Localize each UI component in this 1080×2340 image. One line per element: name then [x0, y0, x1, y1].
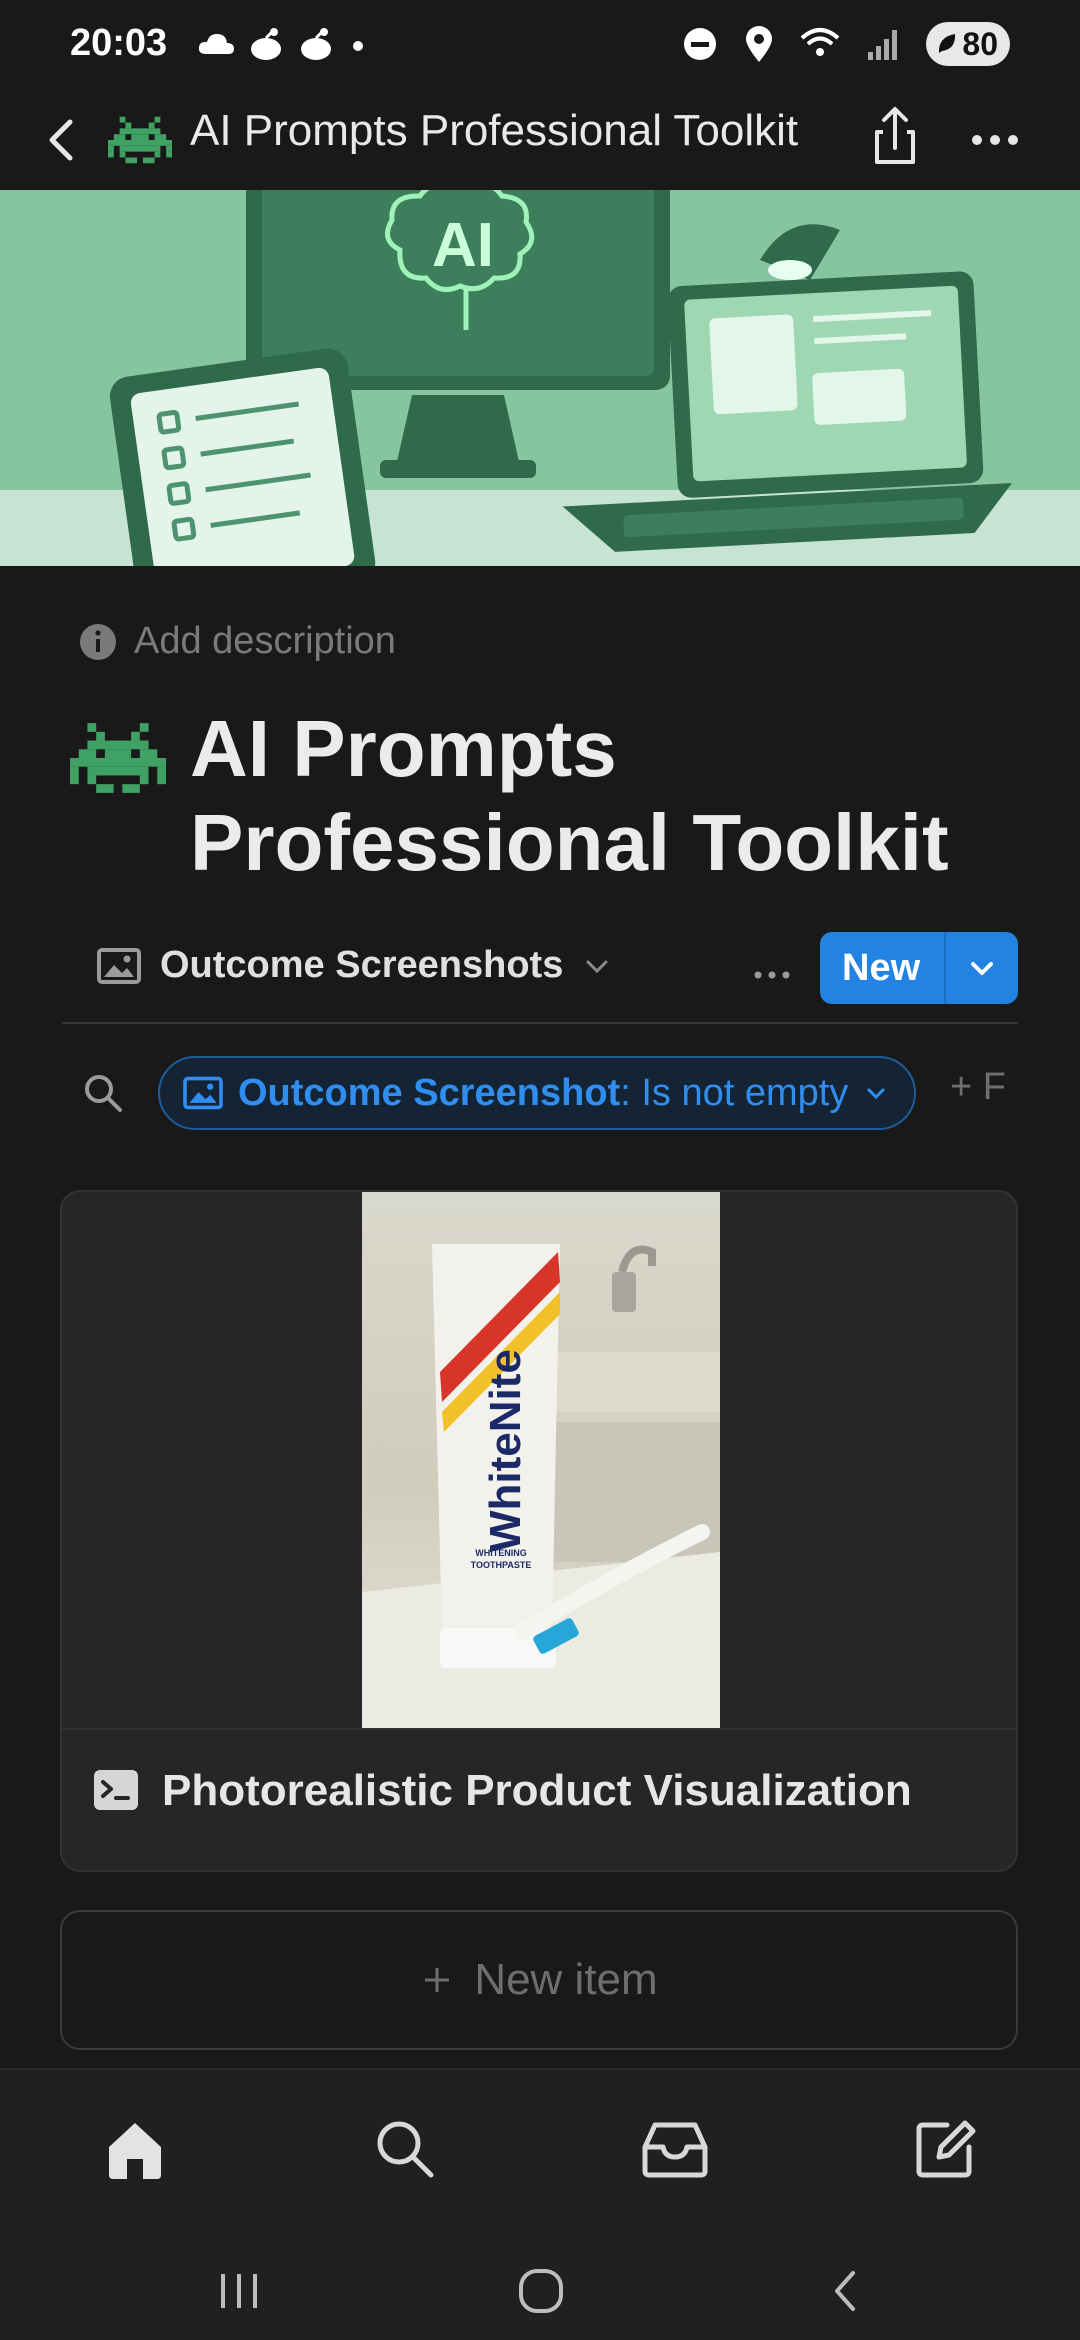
screen: 20:03 80 AI Prompts Professional Toolkit… — [0, 0, 1080, 2340]
view-tab-label: Outcome Screenshots — [160, 944, 564, 986]
toothpaste-photo: WhiteNite WHITENING TOOTHPASTE — [362, 1192, 720, 1728]
cover-image[interactable]: AI — [0, 190, 1080, 566]
battery-level: 80 — [962, 25, 998, 62]
do-not-disturb-icon — [684, 28, 717, 60]
tab-compose[interactable] — [900, 2104, 990, 2194]
image-icon — [97, 947, 141, 984]
back-chevron-icon — [835, 2271, 855, 2311]
system-back-button[interactable] — [800, 2246, 890, 2336]
new-button-label: New — [842, 946, 921, 989]
add-filter-button[interactable]: + F — [950, 1066, 1006, 1109]
card-title: Photorealistic Product Visualization — [162, 1766, 912, 1815]
product-brand-text: WhiteNite — [481, 1349, 530, 1552]
database-view-bar: Outcome Screenshots New — [62, 928, 1018, 1024]
share-icon[interactable] — [855, 98, 935, 178]
new-dropdown-button[interactable] — [946, 932, 1018, 1004]
filter-condition: : Is not empty — [620, 1071, 849, 1114]
inbox-icon — [642, 2122, 708, 2178]
location-icon — [746, 26, 773, 62]
leaf-icon — [939, 34, 956, 53]
add-description-label: Add description — [134, 620, 396, 662]
view-tab-outcome-screenshots[interactable]: Outcome Screenshots — [96, 944, 613, 987]
space-invader-icon[interactable] — [70, 716, 166, 800]
tab-search[interactable] — [360, 2104, 450, 2194]
gallery-card[interactable]: WhiteNite WHITENING TOOTHPASTE Photoreal… — [60, 1190, 1018, 1872]
card-footer: Photorealistic Product Visualization — [62, 1728, 1016, 1870]
product-caption-line2: TOOTHPASTE — [471, 1560, 532, 1570]
nav-title: AI Prompts Professional Toolkit — [190, 106, 799, 155]
card-image: WhiteNite WHITENING TOOTHPASTE — [362, 1192, 720, 1728]
tab-inbox[interactable] — [630, 2104, 720, 2194]
search-icon — [377, 2121, 434, 2178]
reddit-icon — [301, 28, 331, 60]
dot-icon — [353, 41, 363, 51]
tab-home[interactable] — [90, 2104, 180, 2194]
add-description-button[interactable]: Add description — [78, 620, 396, 663]
recent-apps-icon — [221, 2274, 257, 2308]
top-navigation: AI Prompts Professional Toolkit — [0, 90, 1080, 190]
cover-ai-text: AI — [432, 211, 494, 280]
compose-icon — [916, 2120, 976, 2178]
new-button[interactable]: New — [820, 932, 1018, 1004]
status-bar: 20:03 80 — [0, 0, 1080, 90]
home-circle-icon — [519, 2269, 563, 2313]
product-caption-line1: WHITENING — [475, 1548, 527, 1558]
image-icon — [183, 1076, 223, 1110]
plus-icon — [425, 1968, 450, 1992]
home-icon — [109, 2123, 161, 2179]
home-button[interactable] — [496, 2246, 586, 2336]
wifi-icon — [801, 28, 840, 56]
filter-bar: Outcome Screenshot: Is not empty + F — [62, 1054, 1080, 1130]
search-icon[interactable] — [80, 1070, 126, 1116]
chevron-down-icon — [867, 1088, 885, 1100]
filter-chip[interactable]: Outcome Screenshot: Is not empty — [158, 1056, 916, 1130]
status-time: 20:03 — [70, 22, 168, 64]
info-icon — [80, 623, 116, 660]
more-icon[interactable] — [955, 98, 1035, 178]
notification-icons — [196, 24, 370, 64]
recent-apps-button[interactable] — [194, 2246, 284, 2336]
signal-icon — [868, 30, 898, 60]
filter-property: Outcome Screenshot — [238, 1071, 621, 1114]
cover-illustration: AI — [0, 190, 1080, 566]
back-chevron-icon[interactable] — [30, 108, 94, 172]
page-title[interactable]: AI Prompts Professional Toolkit — [190, 702, 1050, 890]
card-cover: WhiteNite WHITENING TOOTHPASTE — [62, 1192, 1016, 1728]
chevron-down-icon — [586, 960, 608, 973]
view-options-icon[interactable] — [742, 950, 802, 1000]
battery-indicator: 80 — [926, 22, 1010, 66]
space-invader-icon — [108, 116, 172, 164]
cloud-icon — [198, 34, 234, 54]
bottom-tab-bar — [0, 2068, 1080, 2340]
terminal-icon — [94, 1770, 138, 1810]
reddit-icon — [251, 28, 281, 60]
new-item-label: New item — [474, 1955, 658, 2004]
filter-text: Outcome Screenshot: Is not empty — [238, 1072, 848, 1115]
system-icons: 80 — [680, 22, 1010, 66]
chevron-down-icon — [971, 962, 993, 975]
new-item-button[interactable]: New item — [60, 1910, 1018, 2050]
